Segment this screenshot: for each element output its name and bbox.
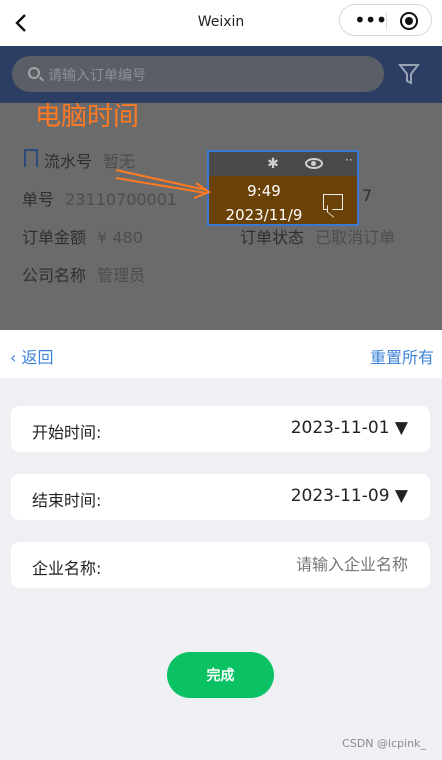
wechat-nav-bar: Weixin ••• [0,0,442,46]
start-date-picker[interactable]: 2023-11-01 ▼ [291,418,408,438]
eye-icon[interactable] [305,158,323,169]
order-no-row: 单号 23110700001 [22,186,177,210]
company-label: 公司名称 [22,266,87,285]
company-value: 管理员 [97,266,146,285]
search-bar-area: 请输入订单编号 [0,46,442,103]
filter-panel-header: ‹ 返回 重置所有 [0,330,442,378]
bug-icon[interactable]: ✱ [265,156,281,172]
annotation-label: 电脑时间 [35,102,140,132]
status-value: 已取消订单 [315,228,396,247]
company-name-input[interactable] [228,555,408,574]
end-date-label: 结束时间: [32,491,102,510]
more-icon[interactable]: ·· [345,153,353,167]
search-input[interactable]: 请输入订单编号 [12,56,384,92]
search-placeholder: 请输入订单编号 [48,68,146,84]
close-miniprogram-icon[interactable] [400,12,418,30]
clock-date: 2023/11/9 [225,206,303,224]
popup-toolbar: ✱ ·· [209,152,357,176]
company-name-label: 企业名称: [32,559,102,578]
capsule-menu: ••• [339,4,432,36]
amount-row: 订单金额 ¥ 480 [22,224,143,248]
filter-icon[interactable] [398,62,420,86]
done-button[interactable]: 完成 [167,652,274,698]
back-label: 返回 [21,348,54,367]
end-date-field[interactable]: 结束时间: 2023-11-09 ▼ [11,474,430,520]
status-row: 订单状态 已取消订单 [240,224,395,248]
company-row: 公司名称 管理员 [22,262,145,286]
reset-all-button[interactable]: 重置所有 [370,344,434,368]
notification-icon[interactable] [323,194,343,210]
serial-value: 暂无 [103,152,136,171]
start-date-label: 开始时间: [32,423,102,442]
bookmark-icon [24,149,38,167]
company-name-field: 企业名称: [11,542,430,588]
capsule-divider [386,12,387,30]
search-icon [28,67,40,79]
dimmed-order-list: 请输入订单编号 电脑时间 流水号 暂无 单号 23110700001 7 订单金… [0,46,442,330]
serial-label: 流水号 [44,152,93,171]
clock-popup: ✱ ·· 9:49 2023/11/9 [207,150,359,226]
start-date-field[interactable]: 开始时间: 2023-11-01 ▼ [11,406,430,452]
amount-value: ¥ 480 [97,228,143,247]
chevron-left-icon: ‹ [10,348,17,367]
order-no-right: 7 [362,186,373,205]
watermark: CSDN @icpink_ [342,737,426,750]
order-no-value: 23110700001 [65,190,178,209]
serial-row: 流水号 暂无 [44,148,135,172]
end-date-picker[interactable]: 2023-11-09 ▼ [291,486,408,506]
amount-label: 订单金额 [22,228,87,247]
more-dots-icon[interactable]: ••• [354,9,387,31]
back-link[interactable]: ‹ 返回 [10,344,54,368]
order-no-label: 单号 [22,190,55,209]
clock-time: 9:49 [247,182,281,200]
status-label: 订单状态 [240,228,305,247]
